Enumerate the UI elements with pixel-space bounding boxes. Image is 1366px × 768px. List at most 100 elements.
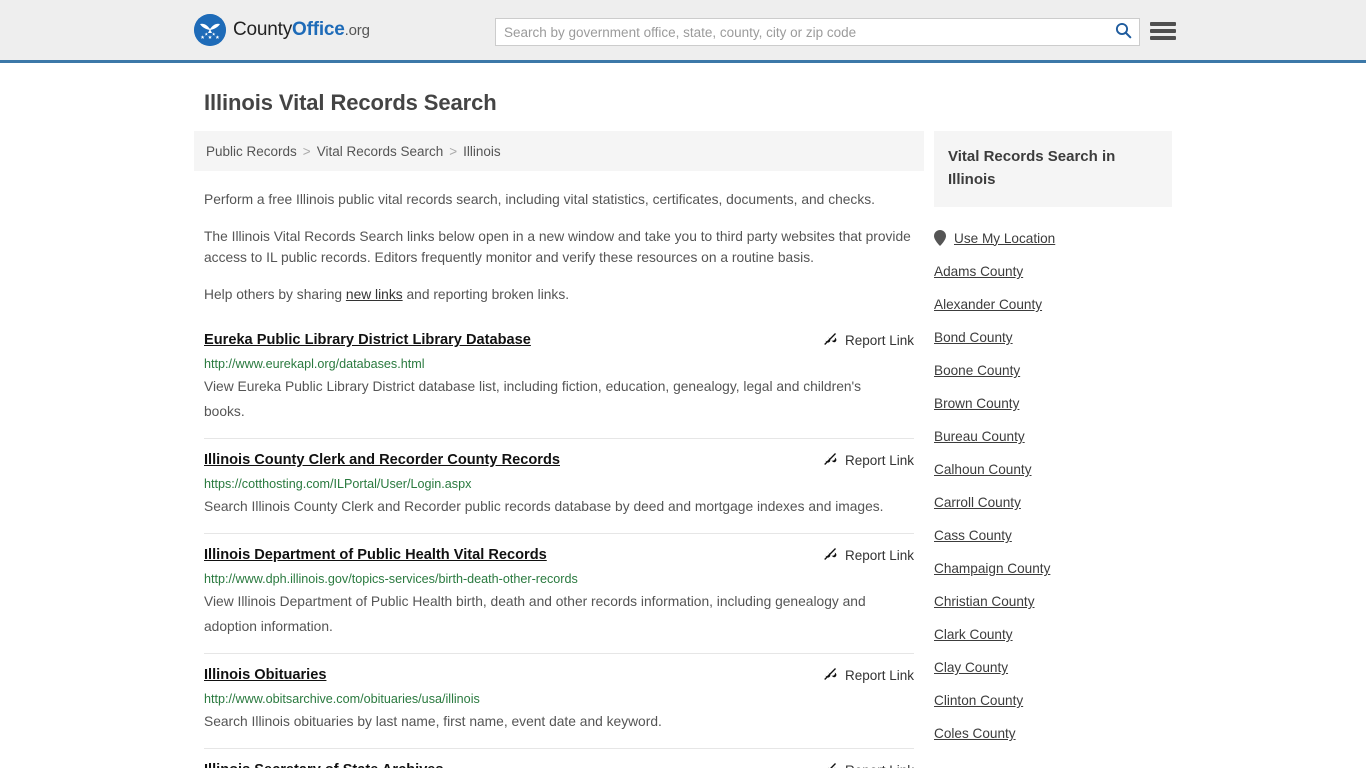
report-link-label: Report Link (845, 763, 914, 768)
sidebar-item-use-my-location[interactable]: Use My Location (934, 221, 1172, 255)
intro-p3-after: and reporting broken links. (402, 287, 570, 302)
sidebar-item-county[interactable]: Brown County (934, 387, 1172, 420)
sidebar-item-county[interactable]: Cass County (934, 519, 1172, 552)
breadcrumb-item-public-records[interactable]: Public Records (206, 144, 297, 159)
intro-text: Perform a free Illinois public vital rec… (194, 189, 924, 305)
results-list: Eureka Public Library District Library D… (194, 327, 924, 768)
result-description: View Eureka Public Library District data… (204, 379, 862, 419)
county-link[interactable]: Christian County (934, 594, 1035, 609)
report-link-label: Report Link (844, 333, 914, 348)
search-submit-button[interactable] (1107, 19, 1139, 45)
county-link[interactable]: Bond County (934, 330, 1013, 345)
county-link[interactable]: Champaign County (934, 561, 1050, 576)
sidebar-item-county[interactable]: Calhoun County (934, 453, 1172, 486)
report-link-button[interactable]: Report Link (822, 546, 914, 565)
hamburger-bar-1 (1150, 22, 1176, 26)
county-link[interactable]: Calhoun County (934, 462, 1032, 477)
county-link[interactable]: Boone County (934, 363, 1020, 378)
result-description: Search Illinois obituaries by last name,… (204, 714, 662, 729)
sidebar-item-county[interactable]: Clay County (934, 651, 1172, 684)
result-item: Eureka Public Library District Library D… (204, 327, 914, 439)
sidebar-item-county[interactable]: Champaign County (934, 552, 1172, 585)
hamburger-bar-2 (1150, 29, 1176, 33)
result-header: Illinois County Clerk and Recorder Count… (204, 451, 914, 470)
page-title: Illinois Vital Records Search (204, 90, 497, 115)
search-icon (1115, 22, 1132, 42)
county-link[interactable]: Brown County (934, 396, 1019, 411)
report-link-button[interactable]: Report Link (822, 666, 914, 685)
sidebar-item-county[interactable]: Christian County (934, 585, 1172, 618)
sidebar-item-county[interactable]: Alexander County (934, 288, 1172, 321)
sidebar-item-county[interactable]: Boone County (934, 354, 1172, 387)
broken-link-icon (822, 666, 838, 685)
map-pin-icon (934, 230, 946, 246)
broken-link-icon (822, 546, 838, 565)
county-link[interactable]: Coles County (934, 726, 1016, 741)
broken-link-icon (822, 451, 838, 470)
new-links-link[interactable]: new links (346, 287, 403, 302)
report-link-label: Report Link (844, 668, 914, 683)
result-url: http://www.dph.illinois.gov/topics-servi… (204, 572, 578, 586)
broken-link-icon (822, 331, 838, 350)
sidebar-item-county[interactable]: Adams County (934, 255, 1172, 288)
sidebar: Vital Records Search in Illinois Use My … (934, 131, 1172, 750)
result-title-link[interactable]: Eureka Public Library District Library D… (204, 331, 531, 349)
result-item: Illinois County Clerk and Recorder Count… (204, 439, 914, 534)
county-link[interactable]: Alexander County (934, 297, 1042, 312)
page-container: Illinois Vital Records Search Public Rec… (0, 90, 1366, 768)
hamburger-bar-3 (1150, 36, 1176, 40)
site-logo[interactable]: CountyOffice.org (194, 14, 370, 46)
brand-word-org: .org (344, 22, 370, 39)
report-link-button[interactable]: Report Link (822, 331, 914, 350)
hamburger-menu-button[interactable] (1150, 20, 1176, 42)
result-item: Illinois Secretary of State Archives Rep… (204, 749, 914, 768)
result-url: http://www.eurekapl.org/databases.html (204, 357, 425, 371)
breadcrumb-item-illinois[interactable]: Illinois (463, 144, 501, 159)
content-columns: Public Records > Vital Records Search > … (194, 131, 1176, 768)
sidebar-county-list: Use My Location Adams County Alexander C… (934, 221, 1172, 750)
result-header: Eureka Public Library District Library D… (204, 331, 914, 350)
report-link-button[interactable]: Report Link (822, 451, 914, 470)
sidebar-item-county[interactable]: Bond County (934, 321, 1172, 354)
intro-paragraph-3: Help others by sharing new links and rep… (204, 284, 914, 305)
result-header: Illinois Department of Public Health Vit… (204, 546, 914, 565)
result-item: Illinois Department of Public Health Vit… (204, 534, 914, 654)
result-title-link[interactable]: Illinois County Clerk and Recorder Count… (204, 451, 560, 469)
broken-link-icon (822, 761, 838, 768)
search-bar[interactable] (495, 18, 1140, 46)
result-title-link[interactable]: Illinois Secretary of State Archives (204, 761, 444, 768)
main-column: Public Records > Vital Records Search > … (194, 131, 924, 768)
result-url: http://www.obitsarchive.com/obituaries/u… (204, 692, 480, 706)
search-input[interactable] (496, 19, 1107, 45)
use-my-location-link[interactable]: Use My Location (954, 231, 1055, 246)
county-link[interactable]: Bureau County (934, 429, 1025, 444)
intro-paragraph-1: Perform a free Illinois public vital rec… (204, 192, 875, 207)
county-link[interactable]: Clinton County (934, 693, 1023, 708)
sidebar-item-county[interactable]: Carroll County (934, 486, 1172, 519)
report-link-label: Report Link (844, 453, 914, 468)
intro-p3-before: Help others by sharing (204, 287, 346, 302)
report-link-button[interactable]: Report Link (822, 761, 914, 768)
sidebar-item-county[interactable]: Bureau County (934, 420, 1172, 453)
breadcrumb-item-vital-records-search[interactable]: Vital Records Search (317, 144, 444, 159)
site-header: CountyOffice.org (0, 0, 1366, 63)
result-title-link[interactable]: Illinois Obituaries (204, 666, 326, 684)
sidebar-item-county[interactable]: Coles County (934, 717, 1172, 750)
report-link-label: Report Link (844, 548, 914, 563)
breadcrumb-separator-1: > (302, 143, 311, 159)
county-link[interactable]: Clark County (934, 627, 1013, 642)
sidebar-title: Vital Records Search in Illinois (948, 148, 1116, 188)
brand-word-county: County (233, 19, 293, 40)
county-link[interactable]: Clay County (934, 660, 1008, 675)
intro-paragraph-2: The Illinois Vital Records Search links … (204, 229, 911, 265)
county-link[interactable]: Carroll County (934, 495, 1021, 510)
sidebar-item-county[interactable]: Clinton County (934, 684, 1172, 717)
brand-word-office: Office (292, 19, 345, 40)
result-title-link[interactable]: Illinois Department of Public Health Vit… (204, 546, 547, 564)
sidebar-header-box: Vital Records Search in Illinois (934, 131, 1172, 207)
countyoffice-eagle-logo-icon (194, 14, 226, 46)
result-header: Illinois Secretary of State Archives Rep… (204, 761, 914, 768)
county-link[interactable]: Cass County (934, 528, 1012, 543)
county-link[interactable]: Adams County (934, 264, 1023, 279)
sidebar-item-county[interactable]: Clark County (934, 618, 1172, 651)
